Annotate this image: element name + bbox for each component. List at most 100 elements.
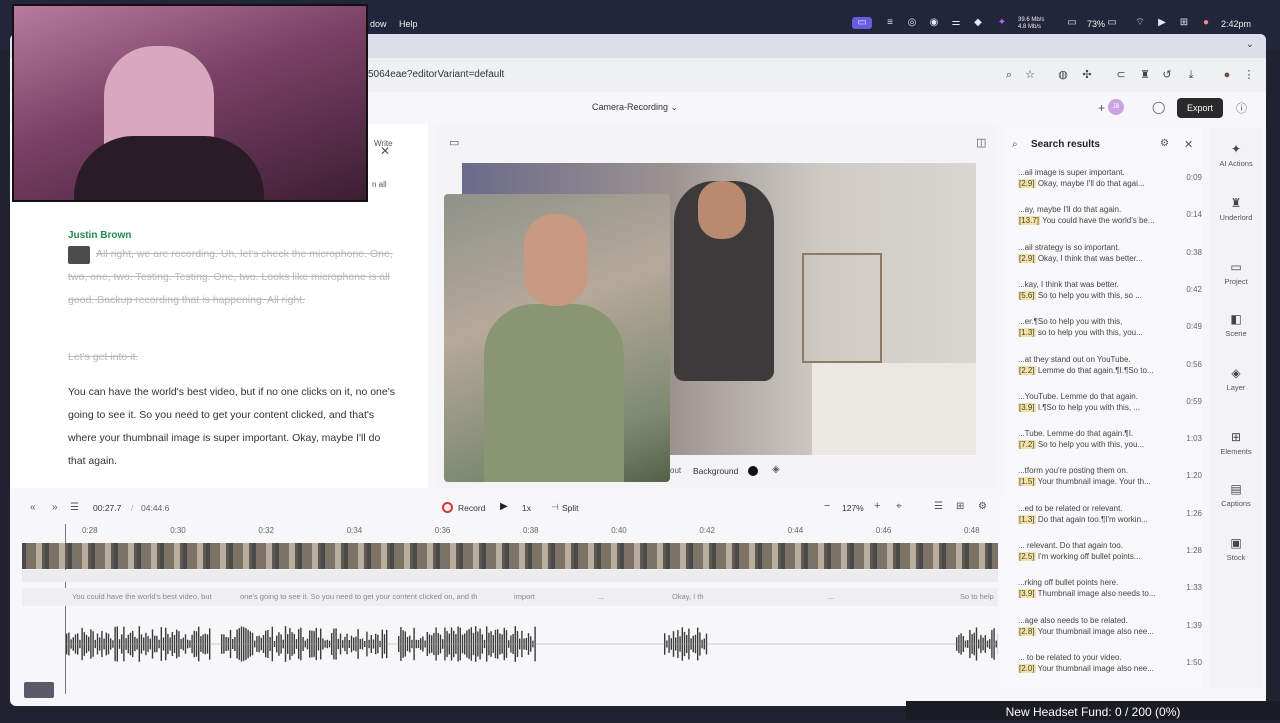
more-icon[interactable]: ⋮ <box>1242 68 1256 82</box>
background-label[interactable]: Background <box>693 466 738 476</box>
diamond-icon[interactable]: ◆ <box>972 17 984 29</box>
zoom-icon[interactable]: ⌕ <box>1002 68 1016 82</box>
comment-icon[interactable]: ◯ <box>1152 100 1165 114</box>
sidebar-item-layer[interactable]: ◈Layer <box>1210 366 1262 392</box>
zoom-in-icon[interactable]: + <box>874 500 880 512</box>
menu-window[interactable]: dow <box>370 19 387 29</box>
search-result-item[interactable]: ...Tube. Lemme do that again.¶I.[7.2] So… <box>1012 427 1202 457</box>
background-color-swatch[interactable] <box>748 466 758 476</box>
panel-toggle-icon[interactable]: ◫ <box>976 136 986 149</box>
struck-paragraph[interactable]: All right, we are recording. Uh, let's c… <box>68 243 398 312</box>
download-icon[interactable]: ⤓ <box>1184 68 1198 82</box>
search-result-item[interactable]: ...ay, maybe I'll do that again.[13.7] Y… <box>1012 203 1202 233</box>
history-icon[interactable]: ↺ <box>1160 68 1174 82</box>
search-result-item[interactable]: ...ail strategy is so important.[2.9] Ok… <box>1012 241 1202 271</box>
pip-video[interactable] <box>444 194 670 482</box>
app-icon[interactable]: ✦ <box>996 17 1008 29</box>
aspect-ratio-icon[interactable]: ▭ <box>449 136 459 149</box>
captions-toggle-icon[interactable]: ☰ <box>934 501 943 512</box>
caption-segment[interactable]: ... <box>828 592 834 601</box>
split-button[interactable]: Split <box>562 503 579 513</box>
chevron-down-icon[interactable]: ⌄ <box>1246 39 1254 50</box>
skip-forward-icon[interactable]: » <box>52 502 58 513</box>
sidebar-item-project[interactable]: ▭Project <box>1210 260 1262 286</box>
close-icon[interactable]: ✕ <box>380 144 390 158</box>
record-icon[interactable] <box>442 502 453 513</box>
puzzle-icon[interactable]: ✣ <box>1080 68 1094 82</box>
play-icon[interactable]: ▶ <box>500 501 508 512</box>
add-collaborator-icon[interactable]: + <box>1098 101 1105 115</box>
search-result-item[interactable]: ...at they stand out on YouTube.[2.2] Le… <box>1012 353 1202 383</box>
caption-track[interactable]: You could have the world's best video, b… <box>22 588 998 606</box>
caption-segment[interactable]: ... <box>598 592 604 601</box>
globe-icon[interactable]: ◎ <box>906 17 918 29</box>
menu-help[interactable]: Help <box>399 19 418 29</box>
timeline-tick: 0:48 <box>964 526 980 535</box>
search-result-item[interactable]: ...tform you're posting them on.[1.5] Yo… <box>1012 464 1202 494</box>
project-name[interactable]: Camera-Recording ⌄ <box>592 102 678 113</box>
help-icon[interactable]: ⓘ <box>1236 100 1247 116</box>
layout-label[interactable]: out <box>670 466 681 475</box>
speaker-name[interactable]: Justin Brown <box>68 230 131 241</box>
search-result-item[interactable]: ...YouTube. Lemme do that again.[3.9] I.… <box>1012 390 1202 420</box>
play-icon[interactable]: ▶ <box>1156 17 1168 29</box>
result-text: Your thumbnail image also nee... <box>1038 627 1154 636</box>
export-button[interactable]: Export <box>1177 98 1223 118</box>
circle-icon[interactable]: ◉ <box>928 17 940 29</box>
sliders-icon[interactable]: ⚌ <box>950 17 962 29</box>
chapters-icon[interactable]: ☰ <box>70 502 79 513</box>
audio-waveform[interactable] <box>66 624 998 664</box>
filter-icon[interactable]: ⚙ <box>1160 138 1169 149</box>
robot-icon[interactable]: ♜ <box>1138 68 1152 82</box>
layers-icon[interactable]: ◈ <box>772 464 780 475</box>
link-icon[interactable]: ⊂ <box>1114 68 1128 82</box>
control-center-icon[interactable]: ⊞ <box>1178 17 1190 29</box>
search-result-item[interactable]: ...kay, I think that was better.[5.6] So… <box>1012 278 1202 308</box>
caption-segment[interactable]: You could have the world's best video, b… <box>72 592 212 601</box>
search-result-item[interactable]: ...ail image is super important.[2.9] Ok… <box>1012 166 1202 196</box>
search-result-item[interactable]: ...age also needs to be related.[2.8] Yo… <box>1012 614 1202 644</box>
video-track-secondary[interactable] <box>22 570 998 582</box>
zoom-out-icon[interactable]: − <box>824 500 830 512</box>
video-track[interactable] <box>22 543 998 569</box>
struck-line[interactable]: Let's get into it. <box>68 346 398 369</box>
skip-back-icon[interactable]: « <box>30 502 36 513</box>
caption-segment[interactable]: So to help <box>960 592 994 601</box>
search-result-item[interactable]: ...er.¶So to help you with this,[1.3] so… <box>1012 315 1202 345</box>
sidebar-item-stock[interactable]: ▣Stock <box>1210 536 1262 562</box>
screen-record-icon[interactable]: ▭ <box>852 17 872 29</box>
sparkle-icon: ✦ <box>1210 142 1262 156</box>
close-icon[interactable]: ✕ <box>1184 138 1193 151</box>
search-result-item[interactable]: ...rking off bullet points here.[3.9] Th… <box>1012 576 1202 606</box>
caption-segment[interactable]: Okay, I th <box>672 592 704 601</box>
battery-icon[interactable]: ▭ <box>1106 17 1118 29</box>
profile-avatar-icon[interactable]: ● <box>1220 68 1234 82</box>
grid-icon[interactable]: ⊞ <box>956 501 964 512</box>
avatar[interactable]: JB <box>1108 99 1124 115</box>
split-icon[interactable]: ⊣ <box>551 502 559 513</box>
search-result-item[interactable]: ...ed to be related or relevant.[1.3] Do… <box>1012 502 1202 532</box>
record-button[interactable]: Record <box>458 503 485 513</box>
result-badge: [1.5] <box>1018 477 1036 486</box>
sidebar-item-scene[interactable]: ◧Scene <box>1210 312 1262 338</box>
zoom-level[interactable]: 127% <box>842 503 864 513</box>
sidebar-item-elements[interactable]: ⊞Elements <box>1210 430 1262 456</box>
caption-segment[interactable]: one's going to see it. So you need to ge… <box>240 592 477 601</box>
search-result-item[interactable]: ... relevant. Do that again too.[2.5] I'… <box>1012 539 1202 569</box>
settings-icon[interactable]: ⚙ <box>978 501 987 512</box>
active-paragraph[interactable]: You can have the world's best video, but… <box>68 381 398 473</box>
speed-button[interactable]: 1x <box>522 503 531 513</box>
extension-icon[interactable]: ◍ <box>1056 68 1070 82</box>
sidebar-item-ai-actions[interactable]: ✦AI Actions <box>1210 142 1262 168</box>
caption-segment[interactable]: import <box>514 592 535 601</box>
cursor-tool-icon[interactable]: ⌖ <box>896 501 902 512</box>
url-text[interactable]: 5064eae?editorVariant=default <box>368 69 504 80</box>
list-icon[interactable]: ≡ <box>884 17 896 29</box>
sidebar-item-captions[interactable]: ▤Captions <box>1210 482 1262 508</box>
sidebar-item-underlord[interactable]: ♜Underlord <box>1210 196 1262 222</box>
user-avatar-icon[interactable]: ● <box>1200 17 1212 29</box>
star-icon[interactable]: ☆ <box>1023 68 1037 82</box>
display-icon[interactable]: ▭ <box>1066 17 1078 29</box>
wifi-icon[interactable]: ⌔ <box>1134 17 1146 29</box>
search-result-item[interactable]: ... to be related to your video.[2.0] Yo… <box>1012 651 1202 681</box>
